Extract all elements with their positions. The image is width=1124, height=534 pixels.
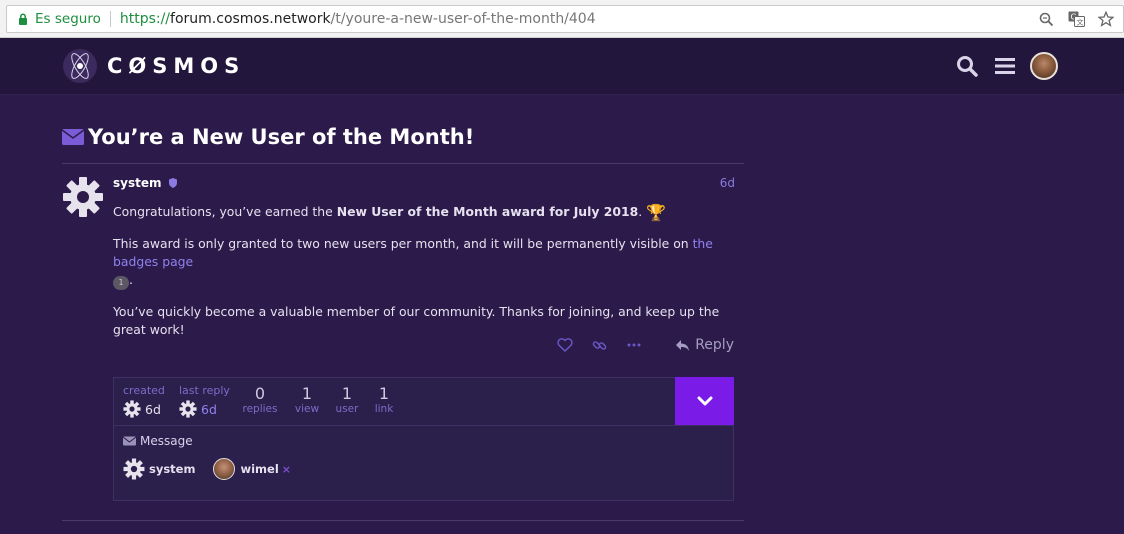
like-heart-icon[interactable] bbox=[556, 336, 574, 354]
text: This award is only granted to two new us… bbox=[113, 236, 693, 251]
address-bar[interactable]: Es seguro https://forum.cosmos.network/t… bbox=[6, 5, 1124, 33]
replies-label: replies bbox=[242, 403, 278, 415]
system-avatar-gear-icon bbox=[123, 458, 145, 480]
user-avatar[interactable] bbox=[1030, 52, 1058, 80]
system-avatar-gear-icon[interactable] bbox=[62, 176, 104, 218]
expand-topic-map-button[interactable] bbox=[675, 377, 734, 425]
participant-wimel[interactable]: wimel × bbox=[213, 458, 291, 480]
moderator-shield-icon bbox=[169, 178, 178, 188]
url-path: /t/youre-a-new-user-of-the-month/404 bbox=[330, 11, 596, 27]
lock-icon[interactable] bbox=[15, 10, 31, 28]
system-avatar-gear-icon bbox=[123, 400, 141, 418]
translate-icon[interactable]: G文 bbox=[1067, 9, 1085, 29]
post-paragraph-2: This award is only granted to two new us… bbox=[113, 235, 738, 290]
reply-arrow-icon bbox=[676, 339, 690, 351]
hamburger-menu-icon[interactable] bbox=[992, 51, 1018, 81]
users-count: 1 bbox=[341, 384, 353, 403]
post-date[interactable]: 6d bbox=[720, 176, 735, 190]
links-label: link bbox=[374, 403, 394, 415]
site-header: CØSMOS bbox=[0, 38, 1124, 95]
private-message-envelope-icon bbox=[62, 129, 84, 145]
views-label: view bbox=[294, 403, 320, 415]
post-actions: Reply bbox=[556, 334, 734, 356]
url-text[interactable]: https://forum.cosmos.network/t/youre-a-n… bbox=[120, 11, 596, 27]
more-options-icon[interactable] bbox=[625, 336, 643, 354]
participants-list: system wimel × bbox=[123, 458, 309, 480]
last-reply-label: last reply bbox=[179, 384, 230, 397]
last-reply-value: 6d bbox=[201, 401, 217, 417]
message-label: Message bbox=[140, 434, 193, 448]
views-count: 1 bbox=[301, 384, 313, 403]
url-host: forum.cosmos.network bbox=[170, 11, 331, 27]
secure-label[interactable]: Es seguro bbox=[35, 11, 101, 27]
trophy-icon: 🏆 bbox=[646, 203, 667, 222]
search-icon[interactable] bbox=[954, 51, 980, 81]
chevron-down-icon bbox=[697, 396, 712, 406]
page-title[interactable]: You’re a New User of the Month! bbox=[88, 120, 474, 154]
views-stat: 1 view bbox=[290, 384, 324, 416]
post-username[interactable]: system bbox=[113, 176, 162, 190]
divider bbox=[62, 520, 744, 521]
address-separator bbox=[109, 11, 111, 27]
share-link-icon[interactable] bbox=[591, 336, 609, 354]
participant-name: system bbox=[149, 462, 196, 476]
wimel-avatar bbox=[213, 458, 236, 480]
last-reply-column[interactable]: last reply 6d bbox=[179, 384, 230, 418]
reply-label: Reply bbox=[695, 337, 734, 353]
envelope-icon bbox=[123, 436, 136, 446]
users-label: user bbox=[335, 403, 359, 415]
links-count: 1 bbox=[378, 384, 390, 403]
text: . bbox=[129, 272, 133, 287]
star-icon[interactable] bbox=[1097, 9, 1115, 29]
topic-map: created 6d last reply 6d 0 replies 1 vie… bbox=[113, 377, 734, 501]
participant-name: wimel bbox=[240, 462, 279, 476]
zoom-icon[interactable] bbox=[1037, 9, 1055, 29]
text: . bbox=[638, 204, 643, 219]
reply-button[interactable]: Reply bbox=[675, 337, 734, 353]
cosmos-logo-text: CØSMOS bbox=[107, 54, 246, 78]
users-stat: 1 user bbox=[331, 384, 363, 416]
cosmos-logo-icon bbox=[63, 49, 97, 83]
cosmos-logo[interactable]: CØSMOS bbox=[62, 48, 245, 84]
post-paragraph-1: Congratulations, you’ve earned the New U… bbox=[113, 203, 738, 222]
post-body: Congratulations, you’ve earned the New U… bbox=[113, 203, 738, 352]
remove-participant-icon[interactable]: × bbox=[282, 463, 291, 476]
award-name: New User of the Month award for July 201… bbox=[336, 204, 639, 219]
system-avatar-gear-icon bbox=[179, 400, 197, 418]
text: Congratulations, you’ve earned the bbox=[113, 204, 337, 219]
svg-text:文: 文 bbox=[1076, 18, 1083, 27]
created-column[interactable]: created 6d bbox=[123, 384, 165, 418]
links-stat[interactable]: 1 link bbox=[370, 384, 398, 416]
replies-stat: 0 replies bbox=[242, 384, 278, 416]
topic-map-summary: created 6d last reply 6d 0 replies 1 vie… bbox=[114, 377, 734, 426]
topic-title-bar: You’re a New User of the Month! bbox=[62, 120, 744, 164]
replies-count: 0 bbox=[254, 384, 266, 403]
message-heading: Message bbox=[123, 434, 193, 448]
link-click-count: 1 bbox=[113, 276, 129, 290]
browser-chrome: Es seguro https://forum.cosmos.network/t… bbox=[0, 0, 1124, 38]
url-scheme: https:// bbox=[119, 11, 171, 27]
post-header: system 6d bbox=[113, 176, 735, 194]
created-value: 6d bbox=[145, 401, 161, 417]
created-label: created bbox=[123, 384, 165, 397]
participant-system[interactable]: system bbox=[123, 458, 195, 480]
